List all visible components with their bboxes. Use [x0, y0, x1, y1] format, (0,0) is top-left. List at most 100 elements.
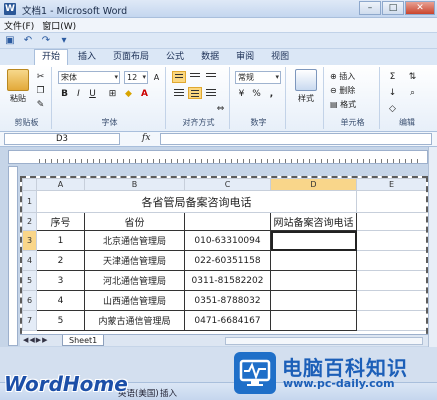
row-header-1[interactable]: 1	[22, 190, 37, 213]
embedded-worksheet[interactable]: A B C D E 1 各省管局备案咨询电话 2 序号 省份 网站备案咨询电话 …	[20, 176, 428, 344]
header-cell-phone[interactable]: 网站备案咨询电话	[270, 212, 357, 231]
currency-icon[interactable]: ¥	[235, 88, 248, 101]
insert-cells-button[interactable]: ⊕ 插入	[330, 71, 355, 82]
close-button[interactable]: ✕	[405, 1, 435, 15]
bold-button[interactable]: B	[58, 88, 71, 101]
minimize-button[interactable]: –	[359, 1, 381, 15]
formula-input[interactable]	[160, 133, 432, 145]
format-painter-icon[interactable]: ✎	[34, 99, 47, 112]
row-header[interactable]: 7	[22, 310, 37, 331]
cell-province[interactable]: 北京通信管理局	[84, 230, 185, 251]
tab-review[interactable]: 审阅	[229, 50, 261, 65]
cell[interactable]	[356, 230, 426, 251]
customize-dropdown-icon[interactable]: ▾	[58, 35, 70, 46]
cell[interactable]	[356, 270, 426, 291]
format-cells-button[interactable]: ▤ 格式	[330, 99, 356, 110]
align-left-button[interactable]	[172, 87, 186, 99]
header-cell-number[interactable]: 序号	[36, 212, 85, 231]
column-header-e[interactable]: E	[356, 178, 426, 191]
cell-province[interactable]: 山西通信管理局	[84, 290, 185, 311]
cell[interactable]	[356, 310, 426, 331]
header-cell-province[interactable]: 省份	[84, 212, 185, 231]
horizontal-ruler[interactable]	[8, 150, 428, 164]
cell[interactable]	[270, 270, 357, 291]
maximize-button[interactable]: □	[382, 1, 404, 15]
row-header[interactable]: 6	[22, 290, 37, 311]
cell[interactable]	[270, 310, 357, 331]
merge-center-icon[interactable]: ⇔	[214, 103, 227, 116]
selected-cell[interactable]	[270, 230, 357, 251]
cell[interactable]	[270, 290, 357, 311]
italic-button[interactable]: I	[72, 88, 85, 101]
horizontal-scrollbar[interactable]	[225, 337, 423, 345]
save-icon[interactable]: ▣	[4, 35, 16, 46]
cell-phone[interactable]: 0311-81582202	[184, 270, 271, 291]
tab-home[interactable]: 开始	[34, 49, 69, 65]
cell[interactable]	[356, 250, 426, 271]
grow-font-icon[interactable]: A	[150, 71, 163, 84]
cell-number[interactable]: 1	[36, 230, 85, 251]
column-header-c[interactable]: C	[184, 178, 271, 191]
font-size-combo[interactable]: 12 ▾	[124, 71, 148, 84]
row-header-2[interactable]: 2	[22, 212, 37, 231]
header-cell-empty[interactable]	[184, 212, 271, 231]
cell-province[interactable]: 内蒙古通信管理局	[84, 310, 185, 331]
sheet-nav-arrows-icon[interactable]: ◀◀▶▶	[23, 335, 49, 346]
column-header-b[interactable]: B	[84, 178, 185, 191]
cut-icon[interactable]: ✂	[34, 71, 47, 84]
underline-button[interactable]: U	[86, 88, 99, 101]
fill-color-icon[interactable]: ◆	[122, 88, 135, 101]
cell-phone[interactable]: 010-63310094	[184, 230, 271, 251]
vertical-ruler[interactable]	[8, 166, 18, 346]
menu-window[interactable]: 窗口(W)	[42, 19, 76, 32]
percent-button[interactable]: %	[250, 88, 263, 101]
status-insert-mode[interactable]: 插入	[160, 387, 177, 399]
tab-page-layout[interactable]: 页面布局	[106, 50, 156, 65]
paste-button[interactable]: 粘贴	[6, 69, 30, 104]
sheet-title-cell[interactable]: 各省管局备案咨询电话	[36, 190, 357, 213]
tab-formulas[interactable]: 公式	[159, 50, 191, 65]
fill-icon[interactable]: ↓	[386, 87, 399, 100]
clear-icon[interactable]: ◇	[386, 103, 399, 116]
copy-icon[interactable]: ❐	[34, 85, 47, 98]
row-header[interactable]: 5	[22, 270, 37, 291]
vertical-scrollbar[interactable]	[428, 147, 437, 347]
insert-function-icon[interactable]: fx	[142, 133, 150, 143]
cell-province[interactable]: 河北通信管理局	[84, 270, 185, 291]
cell-number[interactable]: 4	[36, 290, 85, 311]
find-select-icon[interactable]: ⌕	[406, 87, 419, 100]
row-header[interactable]: 3	[22, 230, 37, 251]
redo-icon[interactable]: ↷	[40, 35, 52, 46]
align-bottom-button[interactable]	[204, 71, 218, 83]
cell-number[interactable]: 3	[36, 270, 85, 291]
align-center-button[interactable]	[188, 87, 202, 99]
tab-view[interactable]: 视图	[264, 50, 296, 65]
thousands-button[interactable]: ,	[265, 88, 278, 101]
cell-phone[interactable]: 0351-8788032	[184, 290, 271, 311]
cell[interactable]	[270, 250, 357, 271]
cell-phone[interactable]: 022-60351158	[184, 250, 271, 271]
tab-data[interactable]: 数据	[194, 50, 226, 65]
column-header-a[interactable]: A	[36, 178, 85, 191]
name-box[interactable]: D3	[4, 133, 120, 145]
cell-number[interactable]: 5	[36, 310, 85, 331]
number-format-combo[interactable]: 常规 ▾	[235, 71, 281, 84]
align-right-button[interactable]	[204, 87, 218, 99]
cell[interactable]	[356, 290, 426, 311]
cell-phone[interactable]: 0471-6684167	[184, 310, 271, 331]
font-color-icon[interactable]: A	[138, 88, 151, 101]
column-header-d[interactable]: D	[270, 178, 357, 191]
cell-province[interactable]: 天津通信管理局	[84, 250, 185, 271]
menu-file[interactable]: 文件(F)	[4, 19, 34, 32]
sort-filter-icon[interactable]: ⇅	[406, 71, 419, 84]
align-top-button[interactable]	[172, 71, 186, 83]
undo-icon[interactable]: ↶	[22, 35, 34, 46]
sheet-tab-sheet1[interactable]: Sheet1	[62, 335, 105, 346]
font-name-combo[interactable]: 宋体 ▾	[58, 71, 120, 84]
row-header[interactable]: 4	[22, 250, 37, 271]
styles-button[interactable]: 样式	[294, 69, 318, 104]
delete-cells-button[interactable]: ⊖ 删除	[330, 85, 355, 96]
cell[interactable]	[356, 212, 426, 231]
select-all-corner[interactable]	[22, 178, 37, 191]
cell[interactable]	[356, 190, 426, 213]
